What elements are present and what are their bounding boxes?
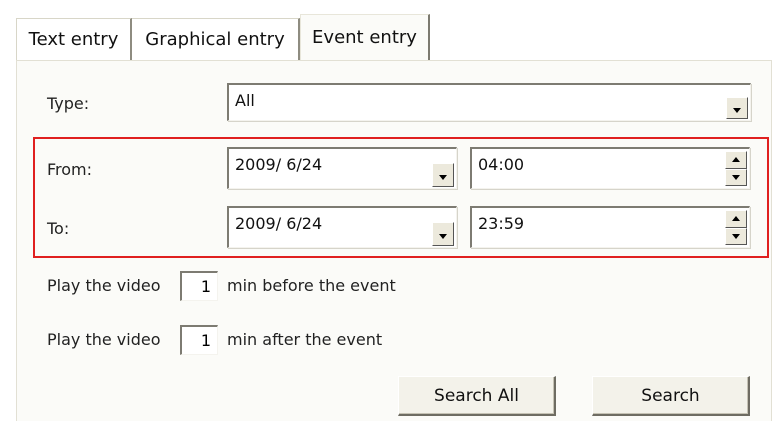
to-date-picker[interactable]: 2009/ 6/24 [227,206,457,248]
from-time-value: 04:00 [478,155,525,174]
spin-down-icon [732,234,740,240]
from-time-up-button[interactable] [725,151,747,169]
from-date-picker[interactable]: 2009/ 6/24 [227,147,457,189]
to-time-spin-buttons [725,210,747,245]
from-label: From: [47,160,93,179]
type-dropdown-button[interactable] [726,97,748,119]
chevron-down-icon [439,234,447,239]
tab-event-entry[interactable]: Event entry [300,14,430,60]
minutes-after-input[interactable]: 1 [180,325,218,355]
tab-text-entry[interactable]: Text entry [16,18,132,60]
event-entry-panel: Type: All From: 2009/ 6/24 04:00 To: 200… [16,60,772,421]
spin-down-icon [732,175,740,181]
to-time-spinner[interactable]: 23:59 [470,206,750,248]
type-value: All [235,91,255,110]
to-date-value: 2009/ 6/24 [235,214,323,233]
type-select[interactable]: All [227,83,751,121]
before-suffix-label: min before the event [227,276,396,295]
spin-up-icon [732,215,740,221]
after-prefix-label: Play the video [47,330,161,349]
minutes-before-input[interactable]: 1 [180,271,218,301]
from-time-down-button[interactable] [725,168,747,186]
from-date-value: 2009/ 6/24 [235,155,323,174]
spin-up-icon [732,156,740,162]
before-prefix-label: Play the video [47,276,161,295]
from-time-spin-buttons [725,151,747,186]
tab-graphical-entry[interactable]: Graphical entry [132,18,300,60]
to-time-value: 23:59 [478,214,525,233]
type-label: Type: [47,94,90,113]
chevron-down-icon [439,175,447,180]
from-time-spinner[interactable]: 04:00 [470,147,750,189]
from-date-dropdown-button[interactable] [432,163,454,187]
search-all-button[interactable]: Search All [398,376,556,416]
search-button[interactable]: Search [592,376,750,416]
to-time-down-button[interactable] [725,227,747,245]
chevron-down-icon [733,108,741,113]
to-time-up-button[interactable] [725,210,747,228]
to-date-dropdown-button[interactable] [432,222,454,246]
after-suffix-label: min after the event [227,330,383,349]
to-label: To: [47,219,70,238]
